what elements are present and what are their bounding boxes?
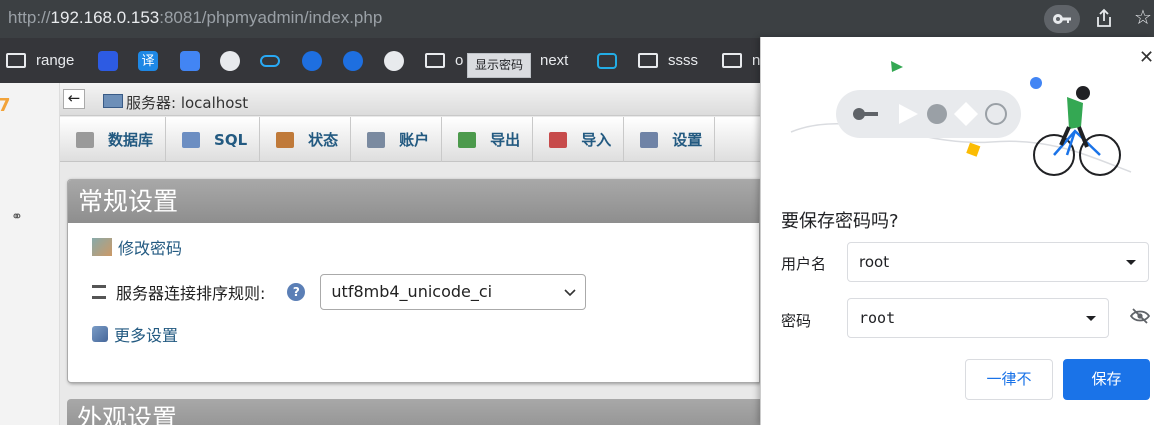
key-icon[interactable] — [1044, 5, 1080, 33]
bookmark-app-1[interactable] — [302, 38, 332, 83]
username-label: 用户名 — [781, 255, 827, 273]
bilibili-icon — [597, 52, 617, 69]
bookmark-cloud[interactable] — [260, 38, 290, 83]
url-host: 192.168.0.153 — [50, 8, 160, 27]
tab-import[interactable]: 导入 — [533, 117, 625, 162]
status-icon — [276, 131, 295, 148]
bookmark-globe[interactable] — [384, 38, 414, 83]
bookmark-ssss[interactable]: ssss — [638, 38, 698, 83]
bookmark-n[interactable]: n — [722, 38, 760, 83]
tab-accounts[interactable]: 账户 — [351, 117, 443, 162]
more-settings-link[interactable]: 更多设置 — [114, 322, 178, 346]
navigation-panel: 7 ⚭ — [0, 83, 60, 425]
show-password-tooltip: 显示密码 — [467, 53, 532, 78]
bookmark-bilibili[interactable] — [597, 38, 627, 83]
collation-row: 服务器连接排序规则: ? utf8mb4_unicode_ci — [92, 274, 587, 310]
bookmark-o[interactable]: o — [425, 38, 463, 83]
chevron-down-icon — [564, 289, 576, 297]
github-icon — [220, 50, 240, 71]
export-icon — [458, 131, 477, 148]
server-breadcrumb: ← 服务器: localhost — [60, 83, 760, 116]
tab-label: SQL — [214, 130, 248, 149]
bookmark-app-2[interactable] — [343, 38, 373, 83]
tab-label: 状态 — [308, 131, 339, 149]
bookmark-label: ssss — [668, 52, 698, 69]
bookmark-google-translate[interactable] — [180, 38, 210, 83]
share-icon[interactable] — [1095, 8, 1113, 32]
tab-status[interactable]: 状态 — [260, 117, 352, 162]
help-icon[interactable]: ? — [287, 283, 306, 301]
tab-label: 导入 — [581, 131, 612, 149]
globe-icon — [384, 50, 404, 71]
collation-value: utf8mb4_unicode_ci — [331, 282, 493, 301]
collation-label: 服务器连接排序规则: — [116, 284, 266, 303]
folder-icon — [638, 51, 658, 71]
bookmark-github[interactable] — [220, 38, 250, 83]
bookmark-label: next — [540, 52, 569, 69]
bookmark-translate[interactable]: 译 — [138, 38, 168, 83]
app-icon — [343, 50, 363, 71]
app-icon — [302, 50, 322, 71]
tab-label: 数据库 — [108, 131, 154, 149]
password-field[interactable]: root — [847, 298, 1109, 338]
collation-select[interactable]: utf8mb4_unicode_ci — [320, 274, 587, 310]
collapse-arrow-icon[interactable]: ← — [63, 89, 85, 109]
illustration — [790, 61, 1132, 176]
accounts-icon — [367, 131, 386, 148]
caret-down-icon — [1126, 260, 1136, 265]
bookmark-label: range — [36, 52, 75, 69]
server-icon — [103, 94, 123, 108]
password-label: 密码 — [781, 312, 812, 330]
folder-icon — [6, 51, 26, 71]
bookmark-baidu[interactable] — [98, 38, 128, 83]
database-icon — [76, 131, 94, 148]
url-field[interactable]: http://192.168.0.153:8081/phpmyadmin/ind… — [8, 8, 382, 28]
tab-label: 账户 — [399, 131, 430, 149]
save-button[interactable]: 保存 — [1063, 359, 1150, 400]
url-path: :8081/phpmyadmin/index.php — [159, 8, 383, 27]
logo-fragment: 7 — [0, 95, 11, 116]
url-prefix: http:// — [8, 8, 51, 27]
password-icon — [92, 238, 112, 256]
translate-icon: 译 — [138, 50, 158, 71]
sql-icon — [182, 131, 201, 148]
tab-label: 设置 — [672, 131, 703, 149]
wrench-icon — [92, 326, 108, 342]
settings-icon — [640, 131, 659, 148]
cloud-icon — [260, 54, 280, 67]
main-content: ← 服务器: localhost 数据库 SQL 状态 账户 导出 导入 设置 … — [60, 83, 760, 425]
appearance-settings-title: 外观设置 — [67, 399, 760, 425]
general-settings-panel: 常规设置 修改密码 服务器连接排序规则: ? utf8mb4_unicode_c… — [67, 179, 760, 383]
hide-password-icon[interactable] — [1130, 308, 1150, 324]
star-icon[interactable]: ☆ — [1134, 6, 1152, 28]
change-password-link[interactable]: 修改密码 — [118, 235, 182, 259]
bookmark-range[interactable]: range — [6, 38, 74, 83]
change-password-row: 修改密码 — [92, 235, 182, 259]
tab-settings[interactable]: 设置 — [624, 117, 716, 162]
folder-icon — [722, 51, 742, 71]
tab-export[interactable]: 导出 — [442, 117, 534, 162]
top-menu-tabs: 数据库 SQL 状态 账户 导出 导入 设置 — [60, 117, 760, 162]
google-translate-icon — [180, 50, 200, 71]
import-icon — [549, 131, 568, 148]
dialog-title: 要保存密码吗? — [781, 211, 899, 232]
collation-icon — [92, 285, 106, 299]
caret-down-icon — [1086, 316, 1096, 321]
never-button[interactable]: 一律不 — [965, 359, 1053, 400]
password-value: root — [859, 309, 896, 327]
tab-sql[interactable]: SQL — [166, 117, 261, 162]
address-bar: http://192.168.0.153:8081/phpmyadmin/ind… — [0, 0, 1154, 38]
username-value: root — [859, 253, 890, 271]
general-settings-title: 常规设置 — [68, 180, 759, 223]
tab-label: 导出 — [490, 131, 521, 149]
username-field[interactable]: root — [847, 242, 1149, 282]
tab-databases[interactable]: 数据库 — [60, 117, 167, 162]
baidu-icon — [98, 50, 118, 71]
link-icon[interactable]: ⚭ — [11, 209, 23, 225]
save-password-dialog: ✕ 要保存密码吗? 用户名 root 密码 root 一律不 保存 — [760, 37, 1154, 425]
bookmark-label: o — [455, 52, 464, 69]
more-settings-row: 更多设置 — [92, 322, 178, 346]
folder-icon — [425, 51, 445, 71]
server-label[interactable]: 服务器: localhost — [126, 92, 248, 113]
